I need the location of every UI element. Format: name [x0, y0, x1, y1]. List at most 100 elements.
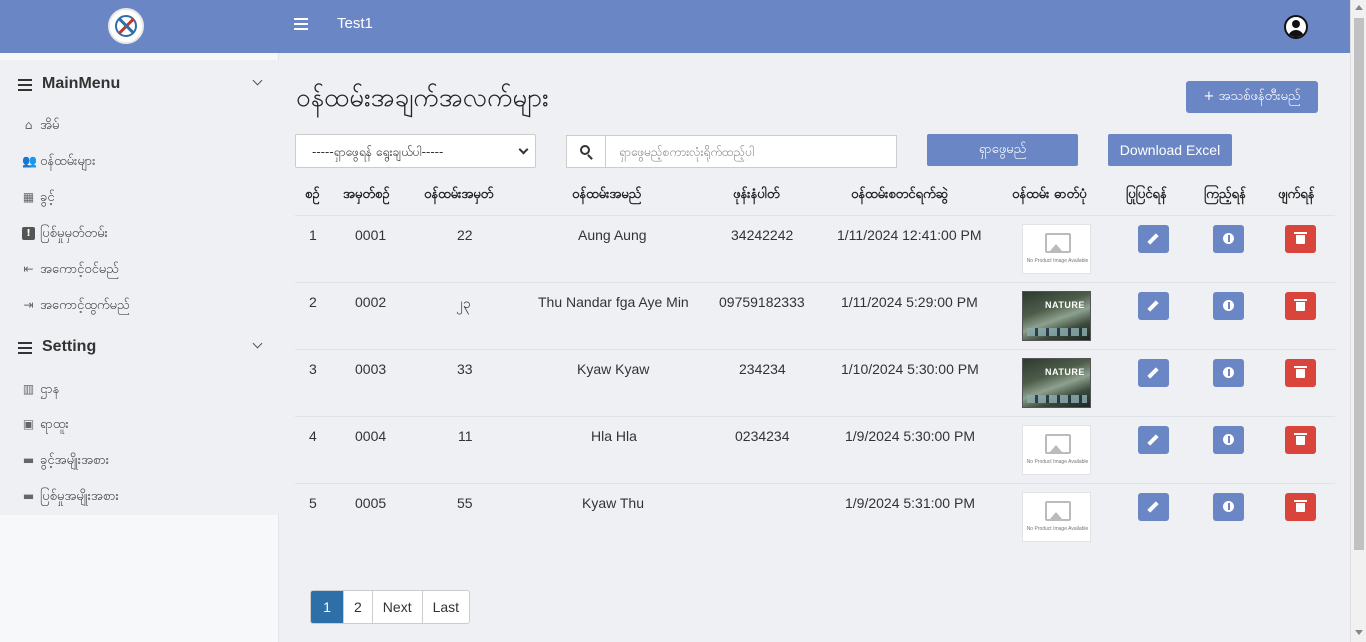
user-account-icon[interactable] — [1284, 15, 1308, 39]
sidebar: MainMenu ⌂ အိမ် 👥 ဝန်ထမ်းများ ▦ ခွင့် ! … — [0, 60, 279, 515]
column-header-employee-no: ဝန်ထမ်းအမှတ် — [424, 187, 494, 202]
view-button[interactable] — [1213, 292, 1244, 320]
image-placeholder-icon — [1045, 501, 1071, 521]
sidebar-item-position[interactable]: ▣ ရာထူး — [22, 414, 262, 436]
delete-button[interactable] — [1285, 493, 1316, 521]
column-header-code: အမှတ်စဉ် — [343, 187, 390, 202]
cell-employee-no: 33 — [457, 361, 473, 377]
photo-caption: NATURE — [1045, 300, 1085, 310]
delete-button[interactable] — [1285, 292, 1316, 320]
chevron-down-icon — [252, 338, 263, 349]
next-page-button[interactable]: Next — [373, 591, 423, 623]
logo-icon[interactable] — [108, 8, 144, 44]
table-row: 1 0001 22 Aung Aung 34242242 1/11/2024 1… — [295, 215, 1335, 282]
sidebar-item-login[interactable]: ⇤ အကောင့်ဝင်မည် — [22, 259, 262, 281]
page-scrollbar[interactable] — [1350, 0, 1366, 642]
table-row: 2 0002 ၂၃ Thu Nandar fga Aye Min 0975918… — [295, 282, 1335, 349]
scroll-down-icon[interactable] — [1355, 630, 1363, 635]
trash-icon — [1294, 299, 1307, 311]
main-menu-label: MainMenu — [42, 75, 121, 92]
edit-button[interactable] — [1138, 359, 1169, 387]
page-1-button[interactable]: 1 — [311, 591, 344, 623]
download-excel-button[interactable]: Download Excel — [1108, 134, 1232, 166]
page-2-button[interactable]: 2 — [344, 591, 373, 623]
pencil-icon — [1147, 300, 1159, 312]
employee-photo: No Product Image Available — [1022, 224, 1091, 274]
info-icon — [1223, 434, 1234, 445]
search-button[interactable]: ရှာဖွေမည် — [927, 134, 1078, 166]
sidebar-item-department[interactable]: ▥ ဌာန — [22, 379, 262, 401]
cell-name: Aung Aung — [578, 227, 647, 243]
edit-button[interactable] — [1138, 426, 1169, 454]
archive-icon: ▬ — [22, 489, 35, 503]
users-icon: 👥 — [22, 154, 37, 168]
last-page-button[interactable]: Last — [423, 591, 469, 623]
delete-button[interactable] — [1285, 359, 1316, 387]
no-image-caption: No Product Image Available — [1026, 526, 1089, 532]
setting-menu-header[interactable]: Setting — [18, 336, 268, 360]
cell-employee-no: ၂၃ — [456, 295, 471, 311]
cell-employee-no: 11 — [458, 428, 473, 444]
filter-select[interactable]: -----ရှာဖွေရန် ရွေးချယ်ပါ----- — [295, 134, 536, 168]
delete-button[interactable] — [1285, 225, 1316, 253]
cell-name: Kyaw Kyaw — [577, 361, 650, 377]
sidebar-item-label: ဝန်ထမ်းများ — [40, 154, 96, 169]
cell-code: 0004 — [355, 428, 387, 444]
sidebar-item-label: ခွင့် — [40, 190, 55, 205]
scrollbar-thumb[interactable] — [1354, 18, 1364, 550]
table-row: 5 0005 55 Kyaw Thu 1/9/2024 5:31:00 PM N… — [295, 483, 1335, 550]
info-icon — [1223, 367, 1234, 378]
view-button[interactable] — [1213, 359, 1244, 387]
sidebar-item-label: အကောင့်ထွက်မည် — [40, 298, 130, 313]
create-new-button[interactable]: + အသစ်ဖန်တီးမည် — [1186, 81, 1318, 113]
cell-code: 0001 — [355, 227, 387, 243]
sidebar-item-offense-types[interactable]: ▬ ပြစ်မှုအမျိုးအစား — [22, 486, 262, 508]
column-header-delete: ဖျက်ရန် — [1278, 187, 1315, 202]
column-header-photo: ဝန်ထမ်း ဓာတ်ပုံ — [1012, 187, 1087, 202]
view-button[interactable] — [1213, 493, 1244, 521]
view-button[interactable] — [1213, 426, 1244, 454]
app-title: Test1 — [337, 15, 373, 32]
pencil-icon — [1147, 434, 1159, 446]
sidebar-item-home[interactable]: ⌂ အိမ် — [22, 115, 262, 137]
employee-photo: NATURE — [1022, 291, 1091, 341]
cell-employee-no: 55 — [457, 495, 473, 511]
edit-button[interactable] — [1138, 292, 1169, 320]
employee-photo: NATURE — [1022, 358, 1091, 408]
trash-icon — [1294, 500, 1307, 512]
search-icon[interactable] — [567, 136, 606, 167]
cell-index: 3 — [309, 361, 317, 377]
info-icon — [1223, 501, 1234, 512]
sidebar-item-leave-types[interactable]: ▬ ခွင့်အမျိုးအစား — [22, 450, 262, 472]
building-icon: ▥ — [22, 382, 35, 396]
table-row: 4 0004 11 Hla Hla 0234234 1/9/2024 5:30:… — [295, 416, 1335, 483]
main-menu-header[interactable]: MainMenu — [18, 73, 268, 97]
cell-code: 0002 — [355, 294, 387, 310]
chevron-down-icon — [518, 144, 529, 155]
cell-start-date: 1/11/2024 5:29:00 PM — [841, 294, 978, 310]
column-header-index: စဉ် — [305, 187, 320, 202]
hamburger-menu-icon[interactable] — [294, 18, 308, 30]
column-header-phone: ဖုန်းနံပါတ် — [733, 187, 780, 202]
employee-photo: No Product Image Available — [1022, 492, 1091, 542]
filter-select-value: -----ရှာဖွေရန် ရွေးချယ်ပါ----- — [312, 145, 444, 159]
info-icon — [1223, 300, 1234, 311]
sidebar-item-offense-records[interactable]: ! ပြစ်မှုမှတ်တမ်း — [22, 223, 262, 245]
sidebar-item-employees[interactable]: 👥 ဝန်ထမ်းများ — [22, 151, 262, 173]
scroll-up-icon[interactable] — [1355, 5, 1363, 10]
employee-photo: No Product Image Available — [1022, 425, 1091, 475]
info-icon — [1223, 233, 1234, 244]
image-placeholder-icon — [1045, 233, 1071, 253]
sidebar-item-leave[interactable]: ▦ ခွင့် — [22, 187, 262, 209]
sidebar-item-label: ပြစ်မှုအမျိုးအစား — [40, 489, 119, 504]
delete-button[interactable] — [1285, 426, 1316, 454]
sidebar-item-label: ခွင့်အမျိုးအစား — [40, 453, 109, 468]
cell-phone: 234234 — [739, 361, 786, 377]
search-input[interactable] — [607, 136, 896, 167]
edit-button[interactable] — [1138, 225, 1169, 253]
trash-icon — [1294, 232, 1307, 244]
view-button[interactable] — [1213, 225, 1244, 253]
sidebar-item-logout[interactable]: ⇥ အကောင့်ထွက်မည် — [22, 295, 262, 317]
cell-phone: 34242242 — [731, 227, 794, 243]
edit-button[interactable] — [1138, 493, 1169, 521]
